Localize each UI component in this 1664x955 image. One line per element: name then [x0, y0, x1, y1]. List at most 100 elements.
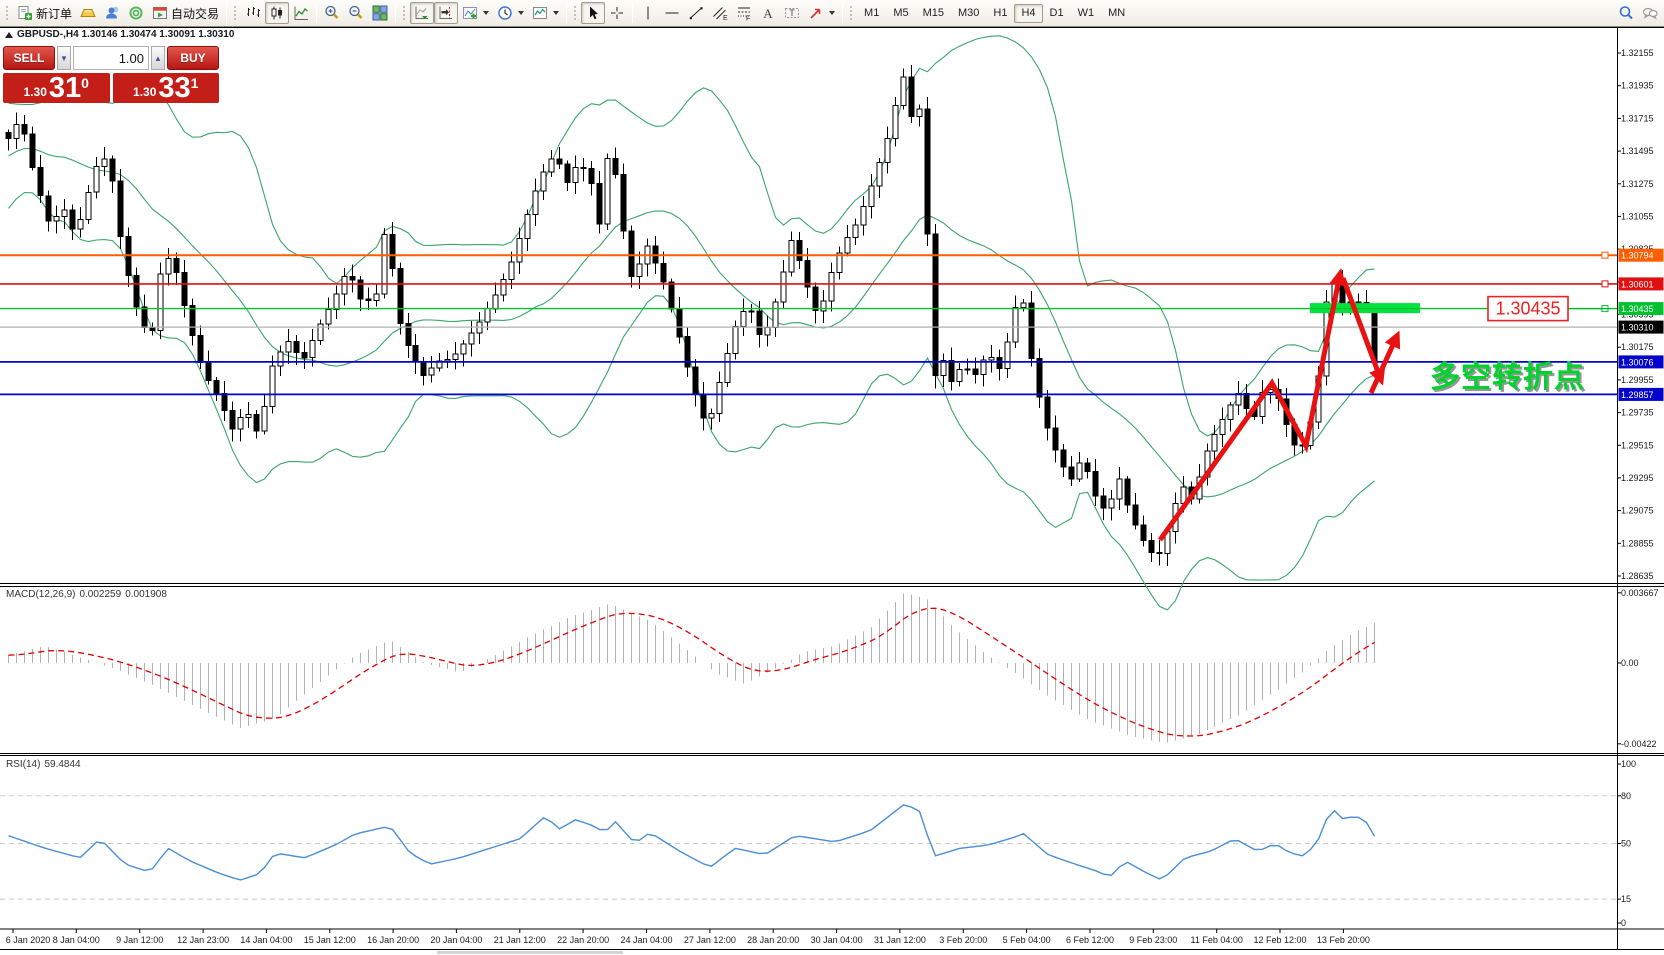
bar-chart-button[interactable]: [241, 2, 265, 24]
timeframe-h1-button[interactable]: H1: [986, 4, 1014, 23]
new-order-button[interactable]: 新订单: [13, 2, 76, 24]
chevron-down-icon: [553, 11, 559, 15]
svg-text:16 Jan 20:00: 16 Jan 20:00: [367, 935, 419, 945]
timeframe-h4-button[interactable]: H4: [1014, 4, 1042, 23]
zoom-out-button[interactable]: [344, 2, 368, 24]
svg-text:50: 50: [1621, 839, 1631, 849]
signals-button[interactable]: [124, 2, 148, 24]
line-chart-button[interactable]: [289, 2, 313, 24]
indicators-icon: [462, 5, 478, 21]
svg-text:1.31715: 1.31715: [1621, 113, 1654, 123]
auto-trading-button-label: 自动交易: [171, 5, 219, 22]
timeframe-m1-button[interactable]: M1: [857, 4, 886, 23]
svg-text:30 Jan 04:00: 30 Jan 04:00: [811, 935, 863, 945]
volume-decrease-button[interactable]: ▼: [57, 46, 71, 70]
zoom-in-button[interactable]: [320, 2, 344, 24]
svg-text:5 Feb 04:00: 5 Feb 04:00: [1003, 935, 1051, 945]
svg-text:20 Jan 04:00: 20 Jan 04:00: [430, 935, 482, 945]
line-chart-icon: [293, 5, 309, 21]
svg-text:0: 0: [1621, 918, 1626, 928]
fibonacci-icon: F: [736, 5, 752, 21]
timeframe-m5-button[interactable]: M5: [886, 4, 915, 23]
svg-text:T: T: [789, 8, 795, 18]
macd-panel: 0.0036670.00-0.00422: [9, 588, 1659, 749]
text-label-button[interactable]: T: [780, 2, 804, 24]
svg-text:1.30310: 1.30310: [1621, 323, 1654, 333]
rsi-panel: 1008050150: [0, 759, 1636, 928]
fibonacci-button[interactable]: F: [732, 2, 756, 24]
toolbar-grip[interactable]: [5, 5, 10, 21]
gold-button[interactable]: [76, 2, 100, 24]
arrows-button[interactable]: [804, 2, 839, 24]
svg-text:1.28635: 1.28635: [1621, 571, 1654, 581]
new-order-button-label: 新订单: [36, 5, 72, 22]
tile-windows-button[interactable]: [368, 2, 392, 24]
zoom-out-icon: [348, 5, 364, 21]
timeframe-mn-button[interactable]: MN: [1101, 4, 1132, 23]
volume-input[interactable]: [73, 46, 149, 70]
profile-icon: [104, 5, 120, 21]
chat-button[interactable]: [1638, 2, 1662, 24]
equidistant-channel-button[interactable]: E: [708, 2, 732, 24]
toolbar-grip[interactable]: [849, 5, 854, 21]
vertical-line-button[interactable]: [636, 2, 660, 24]
chevron-down-icon: [483, 11, 489, 15]
svg-text:1.31275: 1.31275: [1621, 179, 1654, 189]
chart-shift-button[interactable]: [434, 2, 458, 24]
text-button[interactable]: A: [756, 2, 780, 24]
sell-price[interactable]: 1.30 31 0: [3, 73, 110, 103]
toolbar-grip[interactable]: [573, 5, 578, 21]
bottom-scroll-strip[interactable]: [0, 950, 1664, 955]
chevron-down-icon: [518, 11, 524, 15]
rsi-label: RSI(14)59.4844: [6, 759, 85, 770]
arrows-icon: [808, 5, 824, 21]
cursor-button[interactable]: [581, 2, 605, 24]
sell-button[interactable]: SELL: [3, 46, 55, 70]
scrollbar-thumb[interactable]: [437, 951, 623, 954]
profile-button[interactable]: [100, 2, 124, 24]
svg-text:14 Jan 04:00: 14 Jan 04:00: [240, 935, 292, 945]
signal-icon: [128, 5, 144, 21]
auto-scroll-button[interactable]: [410, 2, 434, 24]
toolbar-separator: [566, 3, 567, 23]
buy-price[interactable]: 1.30 33 1: [113, 73, 220, 103]
collapse-icon[interactable]: [5, 32, 13, 38]
hline-icon: [664, 5, 680, 21]
text-label-icon: T: [784, 5, 800, 21]
svg-text:1.30076: 1.30076: [1621, 357, 1654, 367]
svg-text:100: 100: [1621, 759, 1636, 769]
svg-text:1.30601: 1.30601: [1621, 279, 1654, 289]
chart-title-text: GBPUSD-,H4 1.30146 1.30474 1.30091 1.303…: [17, 29, 234, 40]
cursor-icon: [585, 5, 601, 21]
timeframe-m15-button[interactable]: M15: [916, 4, 951, 23]
buy-button[interactable]: BUY: [167, 46, 219, 70]
crosshair-button[interactable]: [605, 2, 629, 24]
toolbar-grip[interactable]: [233, 5, 238, 21]
candlestick-button[interactable]: [265, 2, 289, 24]
timeframe-w1-button[interactable]: W1: [1071, 4, 1102, 23]
turning-point-annotation[interactable]: 多空转折点: [1430, 352, 1602, 396]
toolbar-separator: [316, 3, 317, 23]
autotrade-icon: [152, 5, 168, 21]
svg-text:1.31495: 1.31495: [1621, 146, 1654, 156]
svg-text:1.29857: 1.29857: [1621, 390, 1654, 400]
svg-text:F: F: [746, 16, 750, 22]
text-icon: A: [760, 5, 776, 21]
trendline-button[interactable]: [684, 2, 708, 24]
templates-button[interactable]: [528, 2, 563, 24]
indicators-button[interactable]: [458, 2, 493, 24]
periods-button[interactable]: [493, 2, 528, 24]
svg-text:1.31055: 1.31055: [1621, 211, 1654, 221]
toolbar-grip[interactable]: [402, 5, 407, 21]
timeframe-m30-button[interactable]: M30: [951, 4, 986, 23]
timeframe-d1-button[interactable]: D1: [1043, 4, 1071, 23]
horizontal-line-button[interactable]: [660, 2, 684, 24]
price-callout[interactable]: 1.30435: [1488, 297, 1611, 321]
toolbar: 新订单 自动交易 E F A T M1M5M15M30H1H4D1W1MN: [0, 0, 1664, 27]
auto-trading-button[interactable]: 自动交易: [148, 2, 223, 24]
volume-increase-button[interactable]: ▲: [151, 46, 165, 70]
search-button[interactable]: [1614, 2, 1638, 24]
svg-text:0.00: 0.00: [1621, 658, 1639, 668]
svg-text:15 Jan 12:00: 15 Jan 12:00: [304, 935, 356, 945]
svg-text:15: 15: [1621, 894, 1631, 904]
